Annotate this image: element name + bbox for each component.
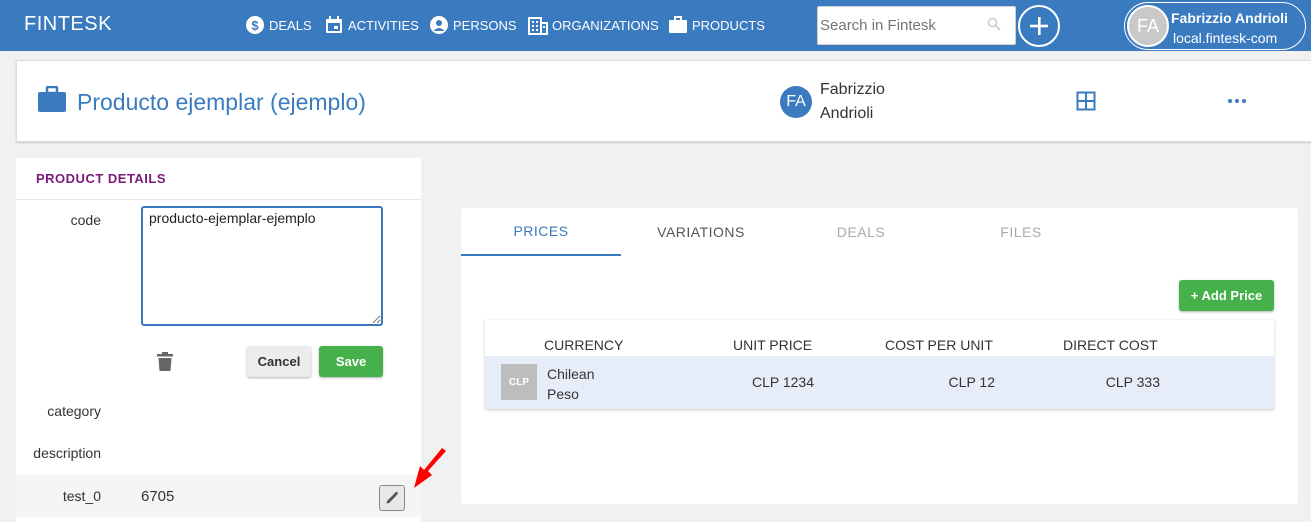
search-box xyxy=(817,6,1016,45)
description-label: description xyxy=(33,445,101,461)
tab-files[interactable]: FILES xyxy=(941,208,1101,256)
code-field[interactable]: producto-ejemplar-ejemplo xyxy=(141,206,383,326)
cancel-button[interactable]: Cancel xyxy=(247,346,311,377)
pointer-arrow-icon xyxy=(410,448,450,495)
divider xyxy=(16,199,421,200)
nav-organizations[interactable]: ORGANIZATIONS xyxy=(528,13,659,37)
person-icon xyxy=(429,15,449,35)
nav-deals[interactable]: $ DEALS xyxy=(245,13,312,37)
user-menu[interactable]: FA Fabrizzio Andrioli local.fintesk-com xyxy=(1124,2,1306,50)
nav-activities[interactable]: ACTIVITIES xyxy=(324,13,419,37)
prices-table: CURRENCY UNIT PRICE COST PER UNIT DIRECT… xyxy=(485,320,1274,409)
svg-text:$: $ xyxy=(251,18,259,33)
product-tabs-panel: PRICES VARIATIONS DEALS FILES + Add Pric… xyxy=(461,208,1298,504)
search-icon[interactable] xyxy=(987,17,1001,36)
building-icon xyxy=(528,15,548,35)
direct-cost-cell: CLP 333 xyxy=(1105,374,1160,390)
page-title: Producto ejemplar (ejemplo) xyxy=(77,89,366,115)
owner-avatar[interactable]: FA xyxy=(780,86,812,118)
test-value: 6705 xyxy=(141,488,175,505)
tab-variations[interactable]: VARIATIONS xyxy=(621,208,781,256)
test-label: test_0 xyxy=(62,488,101,504)
category-label: category xyxy=(47,403,101,419)
product-details-title: PRODUCT DETAILS xyxy=(36,171,167,186)
nav-persons[interactable]: PERSONS xyxy=(429,13,517,37)
owner-name[interactable]: Fabrizzio Andrioli xyxy=(820,78,900,126)
more-options-icon[interactable] xyxy=(1226,91,1248,116)
save-button[interactable]: Save xyxy=(319,346,383,377)
nav-deals-label: DEALS xyxy=(269,17,312,33)
user-name: Fabrizzio Andrioli xyxy=(1171,10,1288,26)
pencil-icon xyxy=(386,491,399,504)
brand-logo[interactable]: FINTESK xyxy=(24,13,112,36)
user-domain: local.fintesk-com xyxy=(1173,30,1278,46)
code-label: code xyxy=(70,212,101,228)
nav-products-label: PRODUCTS xyxy=(692,17,765,33)
table-row[interactable]: CLP Chilean Peso CLP 1234 CLP 12 CLP 333 xyxy=(485,356,1274,409)
tab-prices[interactable]: PRICES xyxy=(461,208,621,256)
delete-icon[interactable] xyxy=(156,352,174,377)
nav-products[interactable]: PRODUCTS xyxy=(668,13,765,37)
column-header-cost-per-unit: COST PER UNIT xyxy=(885,337,993,353)
product-details-panel: PRODUCT DETAILS code producto-ejemplar-e… xyxy=(16,158,421,522)
search-input[interactable] xyxy=(820,17,980,34)
tab-deals[interactable]: DEALS xyxy=(781,208,941,256)
currency-badge: CLP xyxy=(501,364,537,400)
column-header-unit-price: UNIT PRICE xyxy=(733,337,813,353)
column-header-currency: CURRENCY xyxy=(544,337,624,353)
product-header: Producto ejemplar (ejemplo) FA Fabrizzio… xyxy=(16,60,1311,142)
currency-name: Chilean Peso xyxy=(547,366,595,402)
global-add-button[interactable] xyxy=(1018,5,1060,47)
add-price-button[interactable]: + Add Price xyxy=(1179,280,1274,311)
top-navbar: FINTESK $ DEALS ACTIVITIES PERSONS ORGAN… xyxy=(0,0,1311,51)
user-avatar: FA xyxy=(1127,5,1169,47)
test-field-row: test_0 6705 xyxy=(16,475,421,517)
cost-per-unit-cell: CLP 12 xyxy=(948,374,995,390)
edit-button[interactable] xyxy=(379,485,405,511)
nav-persons-label: PERSONS xyxy=(453,17,517,33)
grid-view-icon[interactable] xyxy=(1076,91,1096,116)
nav-activities-label: ACTIVITIES xyxy=(348,17,419,33)
briefcase-icon xyxy=(668,15,688,35)
dollar-circle-icon: $ xyxy=(245,15,265,35)
calendar-icon xyxy=(324,15,344,35)
unit-price-cell: CLP 1234 xyxy=(751,374,814,390)
nav-organizations-label: ORGANIZATIONS xyxy=(552,17,659,33)
column-header-direct-cost: DIRECT COST xyxy=(1063,337,1158,353)
briefcase-icon xyxy=(37,85,67,119)
plus-icon xyxy=(1030,17,1048,35)
